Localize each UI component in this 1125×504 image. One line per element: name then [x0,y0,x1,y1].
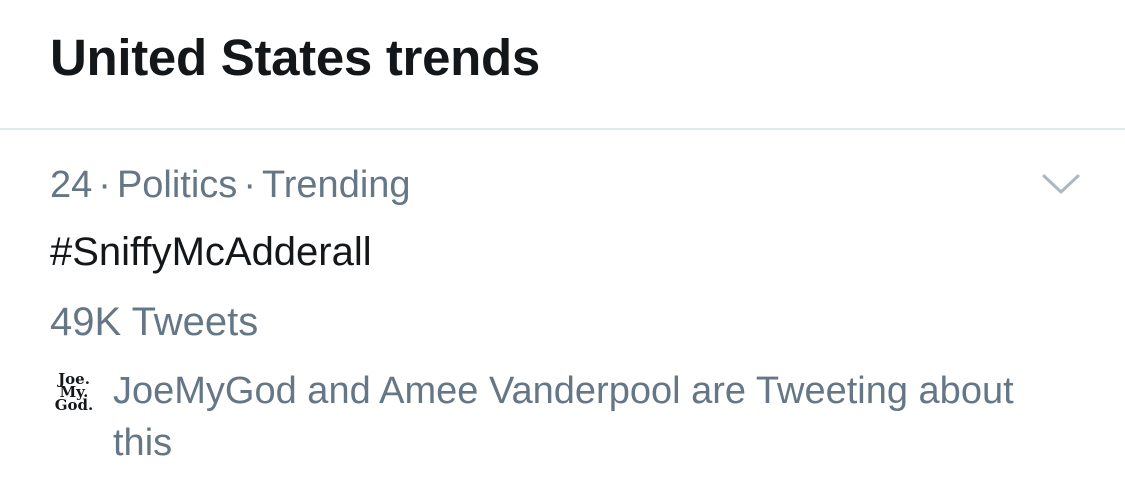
trend-status: Trending [261,164,411,206]
meta-separator: · [98,164,111,206]
tweet-count: 49K Tweets [50,300,259,344]
avatar: Joe. My. God. [50,372,98,419]
trends-header: United States trends [0,0,1125,130]
trend-item[interactable]: 24 · Politics · Trending #SniffyMcAdderall 4… [0,130,1125,504]
avatar-line: God. [54,396,94,414]
trend-rank: 24 [50,164,93,206]
page-title: United States trends [50,29,540,86]
meta-separator: · [243,164,256,206]
chevron-down-icon[interactable] [1040,170,1082,198]
trend-hashtag[interactable]: #SniffyMcAdderall [50,230,372,275]
trend-meta: 24 · Politics · Trending [50,164,411,207]
trend-category: Politics [116,164,238,206]
social-context: Joe. My. God. JoeMyGod and Amee Vanderpo… [50,365,1050,475]
social-context-text: JoeMyGod and Amee Vanderpool are Tweetin… [113,370,1014,464]
